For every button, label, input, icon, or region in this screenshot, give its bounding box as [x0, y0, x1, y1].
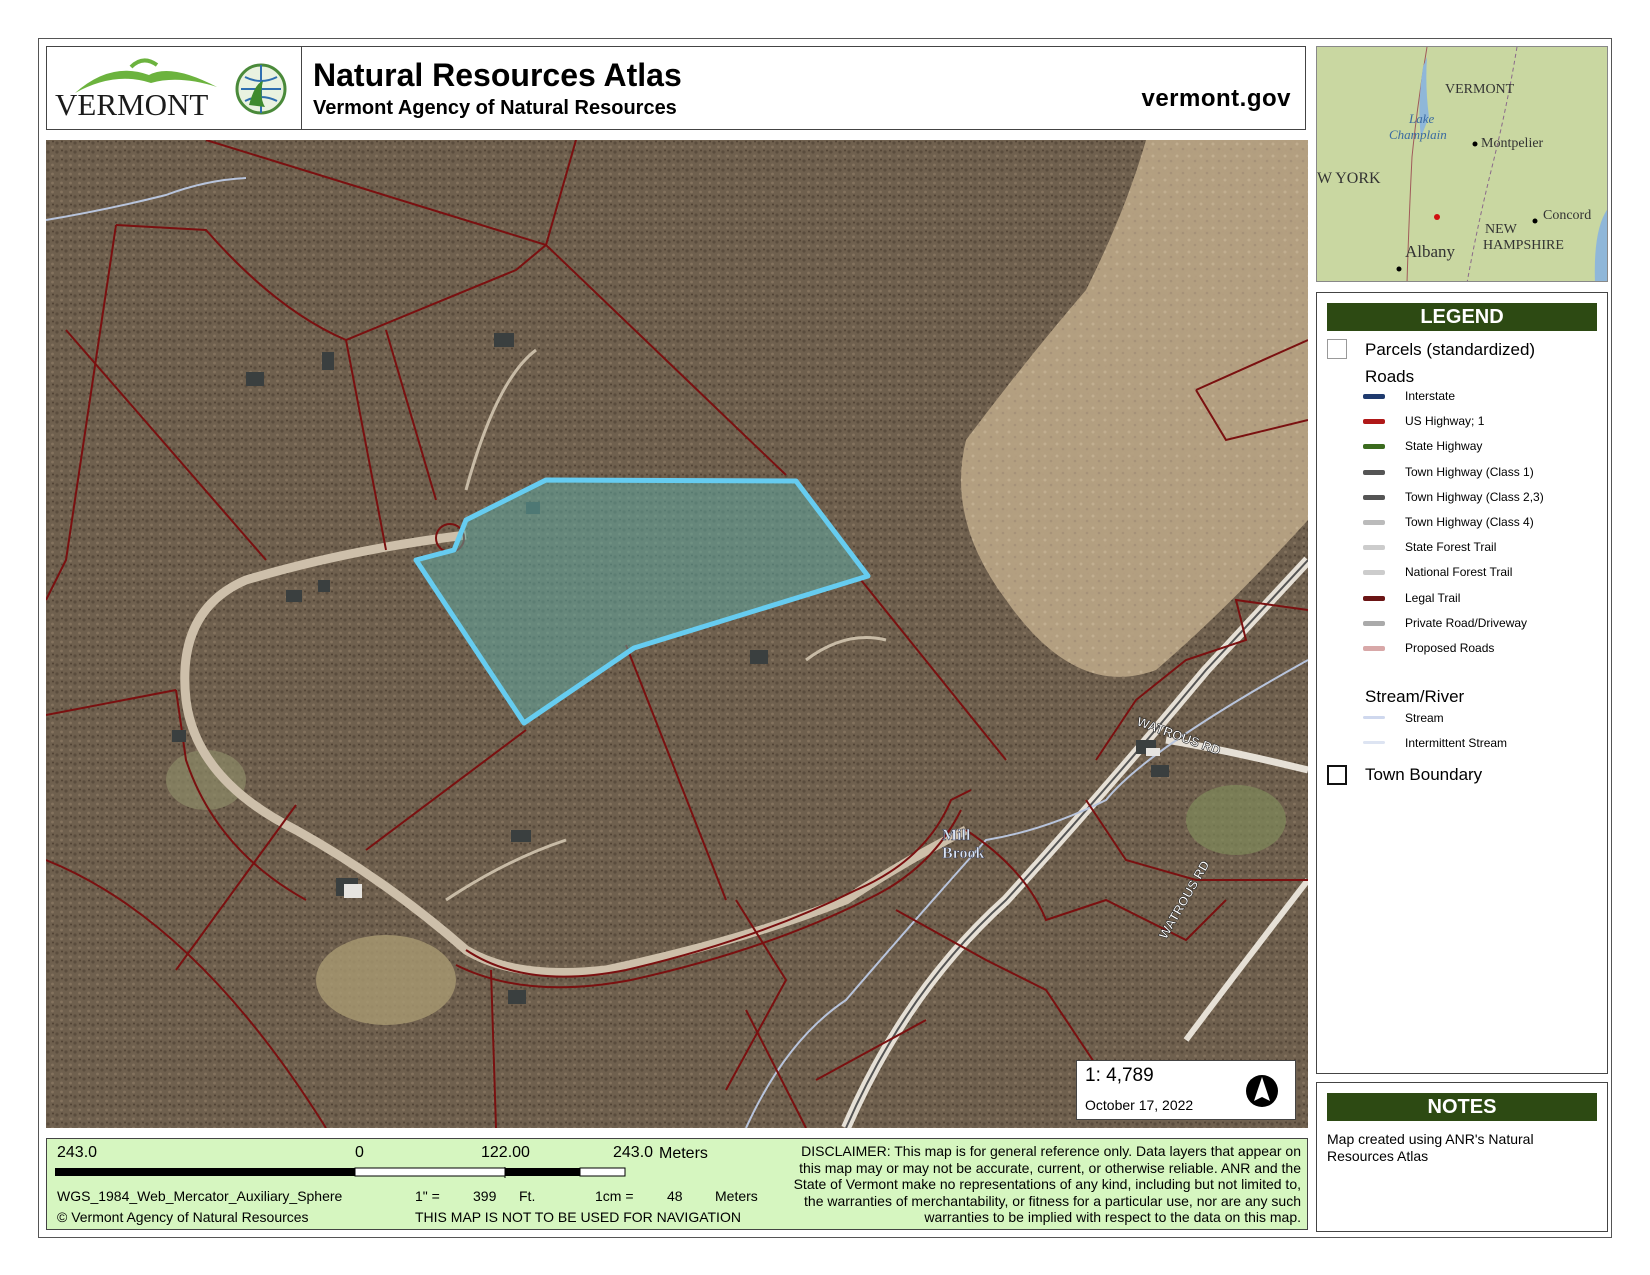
inset-label-champlain: Champlain	[1389, 127, 1447, 142]
projection-label: WGS_1984_Web_Mercator_Auxiliary_Sphere	[57, 1188, 343, 1204]
legend-stream-label: Stream	[1405, 711, 1444, 725]
notes-title: NOTES	[1327, 1093, 1597, 1121]
logo-wordmark: VERMONT	[55, 87, 209, 122]
scale-mid-label: 122.00	[481, 1144, 530, 1161]
inset-label-vermont: VERMONT	[1445, 82, 1515, 97]
legend-road-label: Private Road/Driveway	[1405, 615, 1528, 630]
legend-road-label: Town Highway (Class 4)	[1405, 515, 1534, 529]
legend-road-label: State Forest Trail	[1405, 540, 1497, 555]
footer-scale-bar: 243.0 0 122.00 243.0 Meters WGS_1984_Web…	[46, 1138, 1308, 1230]
legend-road-swatch	[1363, 570, 1385, 576]
inset-label-new-york: W YORK	[1317, 170, 1381, 187]
clearing	[1186, 785, 1286, 855]
scale-right-label: 243.0	[613, 1144, 654, 1161]
legend-road-label: State Highway	[1405, 439, 1483, 454]
disclaimer: DISCLAIMER: This map is for general refe…	[793, 1143, 1301, 1225]
legend-parcels: Parcels (standardized)	[1365, 340, 1536, 359]
legend-road-label: Interstate	[1405, 389, 1456, 403]
legend-road-swatch	[1363, 444, 1385, 450]
vermont-logo: VERMONT	[47, 47, 302, 129]
legend-road-label: National Forest Trail	[1405, 565, 1513, 580]
inset-label-new: NEW	[1485, 222, 1518, 237]
legend-road-swatch	[1363, 419, 1385, 425]
legend-road-swatch	[1363, 620, 1385, 626]
map-date: October 17, 2022	[1085, 1097, 1194, 1113]
inch-scale-label: 1" =	[415, 1188, 440, 1204]
legend-road-label: Town Highway (Class 2,3)	[1405, 489, 1544, 504]
cm-scale-unit: Meters	[715, 1188, 758, 1204]
legend-panel: LEGEND Parcels (standardized) Roads Stre…	[1316, 292, 1608, 1074]
locator-inset-map: VERMONT Lake Champlain Montpelier W YORK…	[1316, 46, 1608, 282]
notes-panel: NOTES Map created using ANR's Natural Re…	[1316, 1082, 1608, 1232]
scale-ratio-prefix: 1:	[1085, 1065, 1101, 1086]
aerial-map[interactable]: WATROUS RD WATROUS RD Mill Brook 1: 4,78…	[46, 140, 1308, 1128]
map-canvas[interactable]: WATROUS RD WATROUS RD Mill Brook	[46, 140, 1308, 1128]
legend-stream-swatch	[1363, 716, 1385, 719]
scale-ratio-box: 1: 4,789 October 17, 2022	[1076, 1060, 1296, 1120]
notes-text: Map created using ANR's Natural Resource…	[1327, 1131, 1534, 1164]
scale-zero-label: 0	[355, 1144, 364, 1161]
legend-road-swatch	[1363, 469, 1385, 475]
legend-road-swatch	[1363, 595, 1385, 601]
locator-canvas: VERMONT Lake Champlain Montpelier W YORK…	[1317, 47, 1607, 281]
website-label: vermont.gov	[1141, 85, 1291, 112]
navigation-warning: THIS MAP IS NOT TO BE USED FOR NAVIGATIO…	[415, 1209, 741, 1225]
inset-label-lake: Lake	[1408, 111, 1435, 126]
legend-road-label: US Highway; 1	[1405, 414, 1485, 429]
legend-road-label: Legal Trail	[1405, 590, 1461, 605]
stream-label-mill: Mill	[942, 827, 971, 844]
legend-road-swatch	[1363, 494, 1385, 500]
inset-label-albany: Albany	[1405, 242, 1456, 261]
scale-unit-label: Meters	[659, 1145, 708, 1162]
clearing	[316, 935, 456, 1025]
parcels-swatch	[1327, 339, 1347, 359]
inset-label-concord: Concord	[1543, 208, 1591, 223]
legend-road-label: Town Highway (Class 1)	[1405, 464, 1534, 479]
stream-label-brook: Brook	[942, 845, 984, 862]
page-subtitle: Vermont Agency of Natural Resources	[313, 97, 677, 119]
inch-scale-value: 399	[473, 1188, 497, 1204]
cm-scale-label: 1cm =	[595, 1188, 634, 1204]
anr-globe-icon	[235, 63, 287, 115]
legend-road-swatch	[1363, 545, 1385, 551]
legend-road-swatch	[1363, 520, 1385, 525]
legend-stream-swatch	[1363, 741, 1385, 744]
scale-bar-graphic	[55, 1167, 626, 1178]
header: VERMONT Natural Resources Atlas Vermont …	[46, 46, 1306, 130]
scale-left-label: 243.0	[57, 1144, 98, 1161]
inch-scale-unit: Ft.	[519, 1188, 536, 1204]
copyright: © Vermont Agency of Natural Resources	[57, 1209, 309, 1225]
inset-label-montpelier: Montpelier	[1481, 136, 1544, 151]
inset-label-hampshire: HAMPSHIRE	[1483, 238, 1564, 253]
scale-ratio-value: 4,789	[1106, 1065, 1154, 1086]
cm-scale-value: 48	[667, 1188, 683, 1204]
legend-road-swatch	[1363, 394, 1385, 399]
legend-stream-heading: Stream/River	[1365, 687, 1465, 706]
north-arrow-icon	[1246, 1075, 1278, 1107]
page-title: Natural Resources Atlas	[313, 57, 682, 93]
town-boundary-swatch	[1327, 765, 1347, 785]
legend-stream-label: Intermittent Stream	[1405, 736, 1508, 750]
legend-roads-heading: Roads	[1365, 367, 1415, 386]
legend-road-label: Proposed Roads	[1405, 641, 1495, 655]
legend-road-swatch	[1363, 646, 1385, 651]
legend-title: LEGEND	[1327, 303, 1597, 331]
legend-town-boundary: Town Boundary	[1365, 765, 1483, 784]
